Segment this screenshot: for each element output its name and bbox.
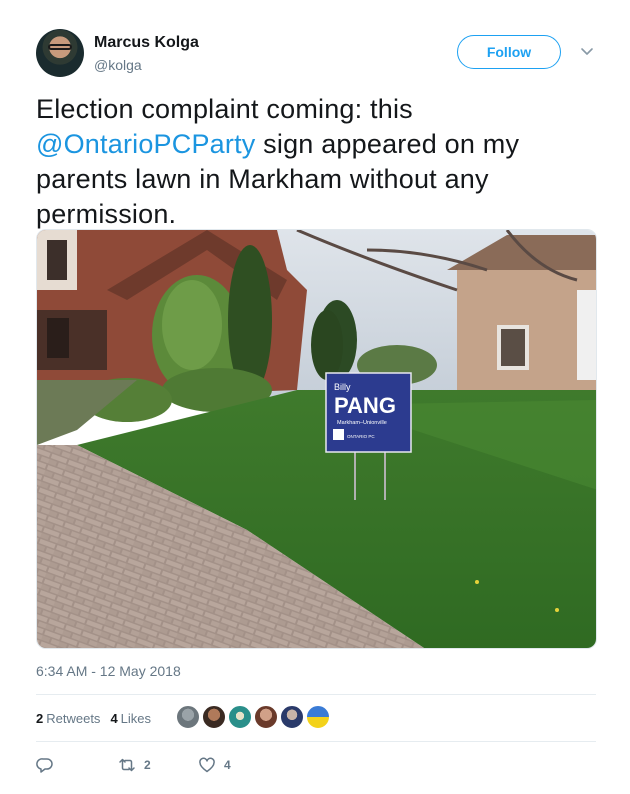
retweets-stat[interactable]: 2 Retweets	[36, 711, 100, 726]
liker-avatar[interactable]	[254, 705, 278, 729]
tweet-card: Marcus Kolga @kolga Follow Election comp…	[0, 0, 630, 794]
tweet-photo[interactable]: Billy PANG Markham–Unionville ONTARIO PC	[36, 229, 597, 649]
retweet-count: 2	[144, 758, 151, 772]
liker-avatar[interactable]	[306, 705, 330, 729]
sign-last-name: PANG	[334, 393, 396, 418]
mention-link[interactable]: @OntarioPCParty	[36, 129, 255, 159]
likes-stat[interactable]: 4 Likes	[110, 711, 151, 726]
like-count: 4	[224, 758, 231, 772]
chevron-down-icon[interactable]	[578, 42, 596, 60]
sign-riding: Markham–Unionville	[337, 420, 387, 426]
tweet-actions: 2 4	[36, 756, 596, 776]
liker-avatar[interactable]	[280, 705, 304, 729]
timestamp[interactable]: 6:34 AM - 12 May 2018	[36, 663, 181, 679]
likes-count: 4	[110, 710, 118, 726]
reply-icon	[36, 758, 53, 773]
engagement-stats: 2 Retweets 4 Likes	[36, 708, 161, 728]
liker-avatar[interactable]	[202, 705, 226, 729]
divider	[36, 741, 596, 742]
tweet-text-start: Election complaint coming: this	[36, 94, 413, 124]
likers-avatars	[176, 705, 332, 729]
tweet-text: Election complaint coming: this @Ontario…	[36, 92, 596, 232]
pc-logo-icon	[333, 429, 344, 440]
retweets-label: Retweets	[46, 710, 101, 726]
heart-icon	[199, 757, 215, 773]
follow-button[interactable]: Follow	[457, 35, 561, 69]
liker-avatar[interactable]	[176, 705, 200, 729]
sign-party: ONTARIO PC	[347, 434, 375, 439]
retweet-button[interactable]: 2	[118, 756, 151, 774]
retweet-icon	[119, 758, 135, 772]
reply-button[interactable]	[36, 756, 62, 774]
avatar[interactable]	[36, 29, 84, 77]
likes-label: Likes	[120, 710, 152, 726]
liker-avatar[interactable]	[228, 705, 252, 729]
sign-first-name: Billy	[334, 382, 351, 392]
author-handle[interactable]: @kolga	[94, 57, 142, 73]
like-button[interactable]: 4	[198, 756, 231, 774]
divider	[36, 694, 596, 695]
retweets-count: 2	[36, 710, 44, 726]
author-name[interactable]: Marcus Kolga	[94, 34, 199, 52]
